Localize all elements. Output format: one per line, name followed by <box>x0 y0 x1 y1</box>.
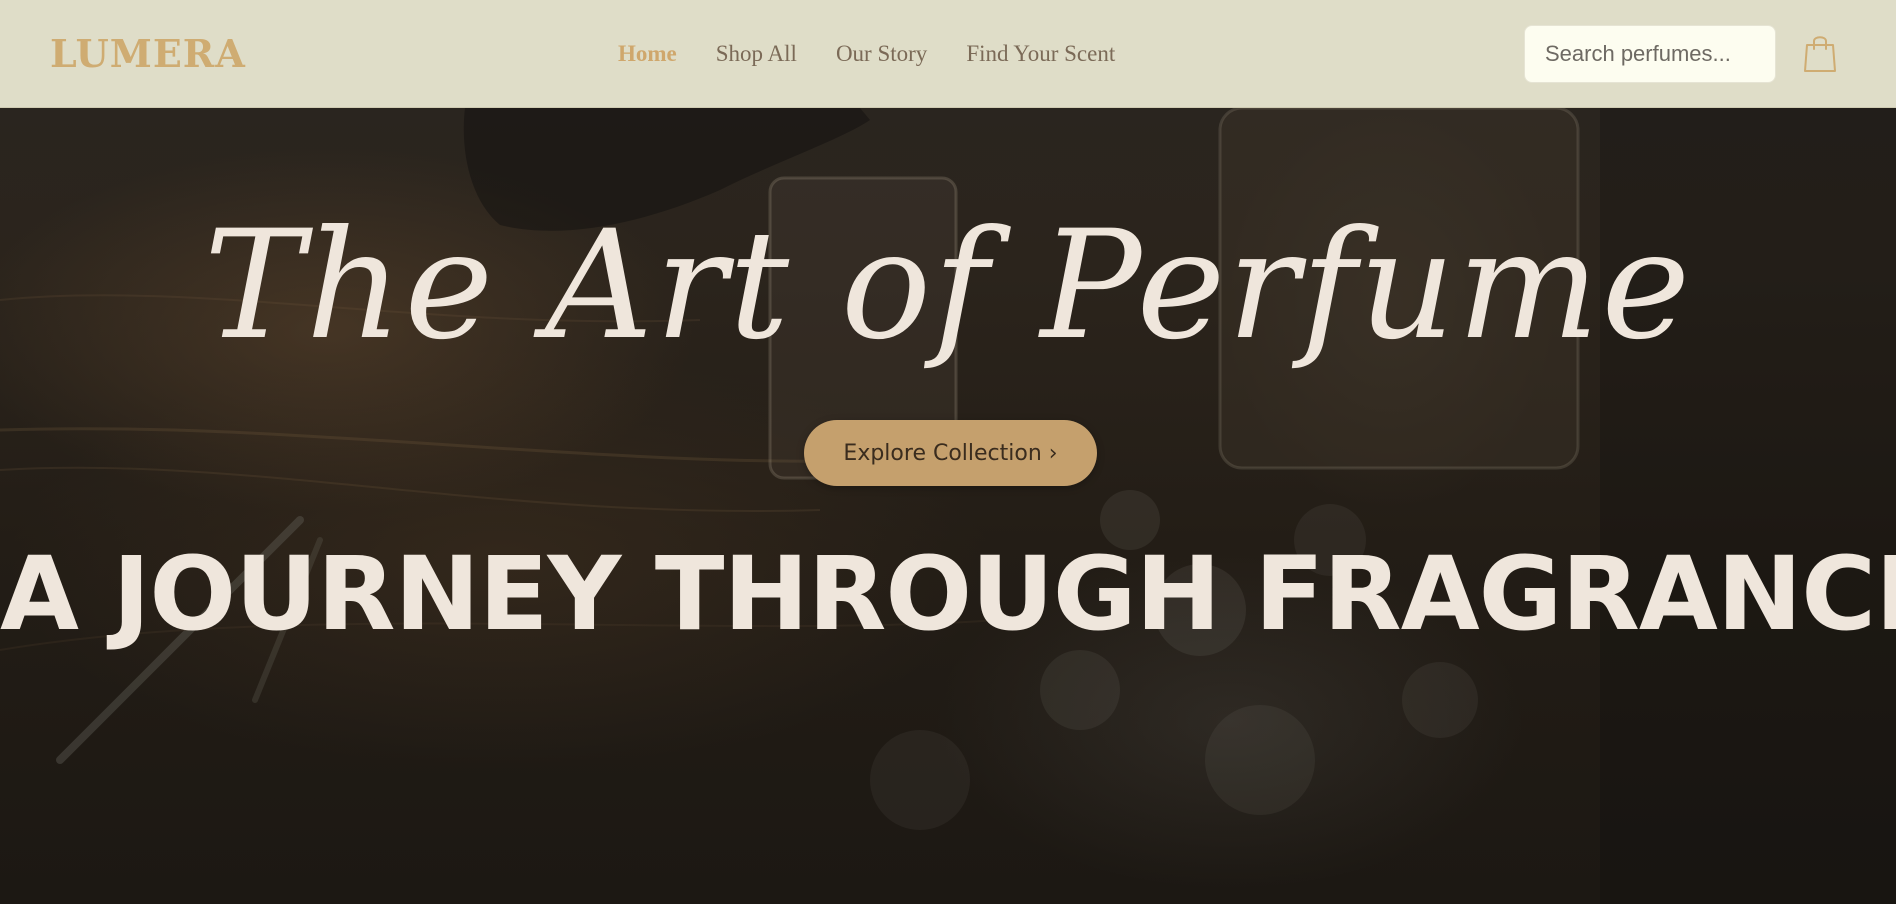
explore-collection-button[interactable]: Explore Collection › <box>804 420 1097 486</box>
nav-item-shop-all[interactable]: Shop All <box>716 41 797 67</box>
nav-item-find-your-scent[interactable]: Find Your Scent <box>966 41 1115 67</box>
search-input[interactable] <box>1543 40 1757 68</box>
brand-logo[interactable]: LUMERA <box>50 28 246 80</box>
nav-item-our-story[interactable]: Our Story <box>836 41 927 67</box>
page: LUMERA Home Shop All Our Story Find Your… <box>0 0 1896 904</box>
hero-title: The Art of Perfume <box>203 199 1693 373</box>
search-box <box>1524 25 1776 83</box>
shopping-bag-icon[interactable] <box>1803 33 1837 73</box>
hero-subtitle: A JOURNEY THROUGH FRAGRANCE <box>0 535 1896 654</box>
site-header: LUMERA Home Shop All Our Story Find Your… <box>0 0 1896 108</box>
nav-item-home[interactable]: Home <box>618 41 677 67</box>
main-nav: Home Shop All Our Story Find Your Scent <box>618 38 1115 70</box>
